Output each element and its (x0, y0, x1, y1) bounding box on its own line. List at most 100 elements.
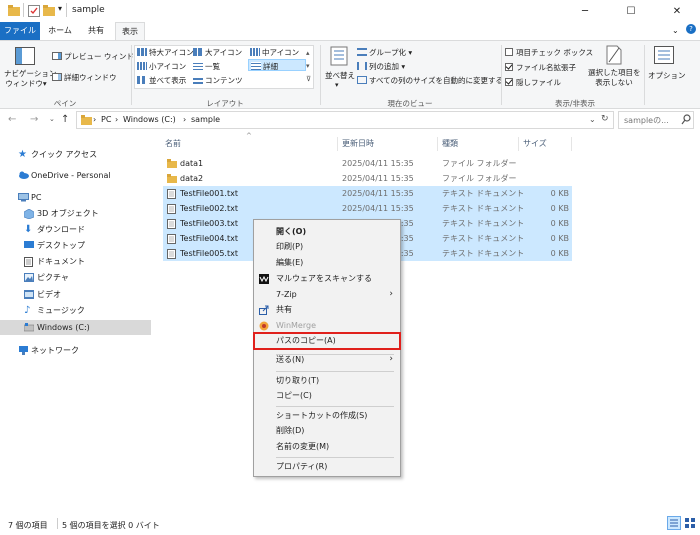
ribbon-separator (501, 45, 502, 105)
column-divider[interactable] (571, 137, 572, 151)
menu-item-properties[interactable]: プロパティ(R) (254, 459, 400, 474)
layout-details[interactable]: 詳細 (248, 59, 306, 71)
close-button[interactable]: ✕ (654, 0, 700, 22)
nav-item-desktop[interactable]: デスクトップ (0, 238, 151, 253)
layout-scroll-icon[interactable]: ▴ ▾ ⊽ (306, 47, 311, 86)
group-by-button[interactable]: グループ化 ▾ (357, 47, 412, 58)
breadcrumb-sample[interactable]: sample (191, 115, 220, 124)
column-divider[interactable] (337, 137, 338, 151)
layout-small-icons[interactable]: 小アイコン (137, 61, 186, 72)
selection-info: 5 個の項目を選択 0 バイト (62, 521, 160, 530)
tab-home[interactable]: ホーム (44, 22, 76, 40)
search-icon[interactable] (681, 114, 691, 125)
column-divider[interactable] (437, 137, 438, 151)
menu-item-print[interactable]: 印刷(P) (254, 239, 400, 254)
nav-item-pc[interactable]: PC (0, 190, 151, 205)
back-icon[interactable]: ← (8, 114, 16, 125)
table-row[interactable]: data2 2025/04/11 15:35 ファイル フォルダー (163, 171, 572, 186)
customize-quick-access-icon[interactable]: ▾ (58, 4, 62, 13)
menu-item-create-shortcut[interactable]: ショートカットの作成(S) (254, 408, 400, 423)
menu-item-copy[interactable]: コピー(C) (254, 388, 400, 403)
column-header-name[interactable]: 名前 (165, 138, 181, 149)
layout-tiles[interactable]: 並べて表示 (137, 75, 186, 86)
expand-ribbon-icon[interactable]: ⌄ (672, 26, 679, 35)
column-header-date[interactable]: 更新日時 (342, 138, 374, 149)
winmerge-icon (259, 321, 269, 331)
menu-item-rename[interactable]: 名前の変更(M) (254, 439, 400, 454)
column-header-type[interactable]: 種類 (442, 138, 458, 149)
tab-view[interactable]: 表示 (115, 22, 145, 40)
text-file-icon (167, 249, 177, 259)
nav-item-videos[interactable]: ビデオ (0, 287, 151, 302)
preview-pane-button[interactable]: プレビュー ウィンドウ (52, 51, 141, 62)
nav-item-quick-access[interactable]: ★ クイック アクセス (0, 147, 151, 162)
details-view-icon[interactable] (667, 516, 681, 530)
file-extensions-toggle[interactable]: ファイル名拡張子 (505, 62, 576, 73)
address-dropdown-icon[interactable]: ⌄ (589, 115, 596, 124)
nav-item-pictures[interactable]: ピクチャ (0, 270, 151, 285)
refresh-icon[interactable]: ↻ (601, 114, 609, 124)
table-row[interactable]: TestFile001.txt 2025/04/11 15:35 テキスト ドキ… (163, 186, 572, 201)
breadcrumb-sep-icon[interactable]: › (183, 115, 186, 124)
hidden-items-toggle[interactable]: 隠しファイル (505, 77, 561, 88)
menu-item-winmerge[interactable]: WinMerge (254, 318, 400, 333)
minimize-button[interactable]: ─ (562, 0, 608, 22)
help-icon[interactable]: ? (686, 24, 696, 34)
new-folder-quick-icon[interactable] (43, 5, 55, 16)
item-checkboxes-toggle[interactable]: 項目チェック ボックス (505, 47, 593, 58)
tab-file[interactable]: ファイル (0, 22, 40, 40)
navigation-pane-button[interactable]: ナビゲーション ウィンドウ▾ (4, 69, 56, 89)
layout-list[interactable]: 一覧 (193, 61, 220, 72)
nav-item-windows-c[interactable]: Windows (C:) (0, 320, 151, 335)
sort-by-button[interactable]: 並べ替え (325, 70, 355, 81)
breadcrumb-drive[interactable]: Windows (C:) (123, 115, 176, 124)
sort-by-dropdown-icon[interactable]: ▾ (335, 81, 339, 89)
layout-extra-large-icons[interactable]: 特大アイコン (137, 47, 194, 58)
column-divider[interactable] (518, 137, 519, 151)
menu-item-share[interactable]: 共有 (254, 302, 400, 317)
size-all-columns-button[interactable]: すべての列のサイズを自動的に変更する (357, 75, 503, 86)
large-icons-view-icon[interactable] (684, 517, 696, 529)
details-pane-icon (52, 73, 62, 81)
menu-item-open[interactable]: 開く(O) (254, 224, 400, 239)
layout-medium-icons[interactable]: 中アイコン (250, 47, 299, 58)
menu-item-edit[interactable]: 編集(E) (254, 255, 400, 270)
table-row[interactable]: TestFile002.txt 2025/04/11 15:35 テキスト ドキ… (163, 201, 572, 216)
menu-item-send-to[interactable]: 送る(N) › (254, 352, 400, 367)
tab-share[interactable]: 共有 (80, 22, 112, 40)
up-icon[interactable]: ↑ (61, 114, 69, 125)
properties-quick-icon[interactable] (28, 5, 40, 17)
nav-item-3d-objects[interactable]: 3D オブジェクト (0, 206, 151, 221)
breadcrumb-pc[interactable]: PC (101, 115, 111, 124)
breadcrumb-sep-icon[interactable]: › (115, 115, 118, 124)
nav-item-network[interactable]: ネットワーク (0, 343, 151, 358)
checkbox-checked-icon[interactable] (505, 78, 513, 86)
menu-item-delete[interactable]: 削除(D) (254, 423, 400, 438)
menu-item-7zip[interactable]: 7-Zip › (254, 287, 400, 302)
checkbox-icon[interactable] (505, 48, 513, 56)
nav-item-documents[interactable]: ドキュメント (0, 254, 151, 269)
nav-item-onedrive[interactable]: OneDrive - Personal (0, 168, 151, 183)
forward-icon[interactable]: → (30, 114, 38, 125)
checkbox-checked-icon[interactable] (505, 63, 513, 71)
add-columns-button[interactable]: 列の追加 ▾ (357, 61, 405, 72)
preview-pane-icon (52, 52, 62, 60)
address-box[interactable]: › PC › Windows (C:) › sample ⌄ ↻ (76, 111, 614, 129)
nav-item-music[interactable]: ♪ ミュージック (0, 303, 151, 318)
details-pane-button[interactable]: 詳細ウィンドウ (52, 72, 117, 83)
table-row[interactable]: data1 2025/04/11 15:35 ファイル フォルダー (163, 156, 572, 171)
layout-large-icons[interactable]: 大アイコン (193, 47, 242, 58)
context-menu: 開く(O) 印刷(P) 編集(E) マルウェアをスキャンする 7-Zip › 共… (253, 219, 401, 477)
search-input[interactable]: sampleの... (618, 111, 694, 129)
menu-item-scan[interactable]: マルウェアをスキャンする (254, 271, 400, 286)
menu-item-copy-path[interactable]: パスのコピー(A) (253, 332, 401, 350)
breadcrumb-sep-icon[interactable]: › (93, 115, 96, 124)
layout-content[interactable]: コンテンツ (193, 75, 243, 86)
nav-item-downloads[interactable]: ⬇ ダウンロード (0, 222, 151, 237)
recent-locations-icon[interactable]: ⌄ (49, 115, 55, 123)
column-header-size[interactable]: サイズ (523, 138, 547, 149)
options-button[interactable]: オプション (648, 70, 686, 81)
menu-item-cut[interactable]: 切り取り(T) (254, 373, 400, 388)
maximize-button[interactable]: ☐ (608, 0, 654, 22)
hide-selected-button[interactable]: 選択した項目を 表示しない (588, 68, 641, 88)
